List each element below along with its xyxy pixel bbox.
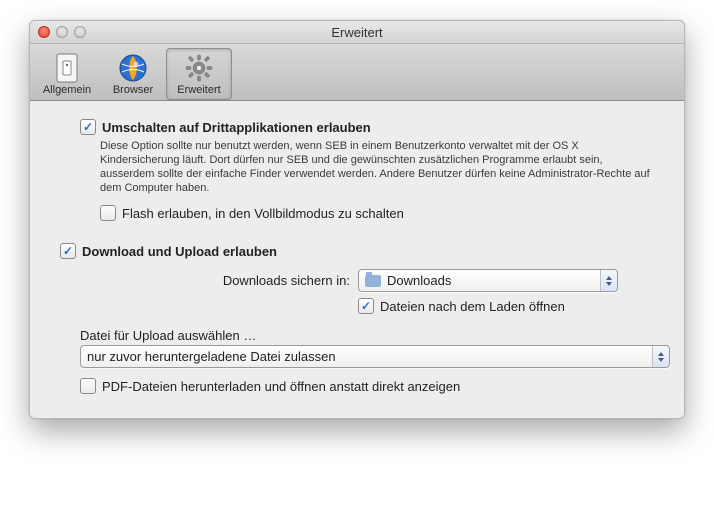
open-after-download-checkbox-row[interactable]: Dateien nach dem Laden öffnen: [358, 298, 565, 314]
titlebar: Erweitert: [30, 21, 684, 44]
downloads-save-label: Downloads sichern in:: [60, 273, 358, 288]
chevron-updown-icon: [652, 346, 669, 367]
preferences-toolbar: Allgemein Browser: [30, 44, 684, 101]
pdf-download-label: PDF-Dateien herunterladen und öffnen ans…: [102, 379, 460, 394]
toolbar-tab-browser[interactable]: Browser: [100, 48, 166, 100]
downloads-folder-select[interactable]: Downloads: [358, 269, 618, 292]
minimize-window-button[interactable]: [56, 26, 68, 38]
switch-thirdparty-checkbox-row[interactable]: Umschalten auf Drittapplikationen erlaub…: [80, 119, 654, 135]
flash-fullscreen-checkbox[interactable]: [100, 205, 116, 221]
download-upload-checkbox-row[interactable]: Download und Upload erlauben: [60, 243, 654, 259]
upload-policy-select[interactable]: nur zuvor heruntergeladene Datei zulasse…: [80, 345, 670, 368]
zoom-window-button[interactable]: [74, 26, 86, 38]
chevron-updown-icon: [600, 270, 617, 291]
preferences-window: Erweitert Allgemein: [29, 20, 685, 419]
pdf-download-checkbox-row[interactable]: PDF-Dateien herunterladen und öffnen ans…: [80, 378, 654, 394]
switch-thirdparty-label: Umschalten auf Drittapplikationen erlaub…: [102, 120, 371, 135]
gear-icon: [183, 52, 215, 84]
general-icon: [51, 52, 83, 84]
toolbar-tab-label: Allgemein: [43, 84, 91, 96]
download-upload-checkbox[interactable]: [60, 243, 76, 259]
download-upload-label: Download und Upload erlauben: [82, 244, 277, 259]
switch-thirdparty-checkbox[interactable]: [80, 119, 96, 135]
switch-thirdparty-description: Diese Option sollte nur benutzt werden, …: [100, 139, 654, 195]
toolbar-tab-allgemein[interactable]: Allgemein: [34, 48, 100, 100]
open-after-download-label: Dateien nach dem Laden öffnen: [380, 299, 565, 314]
toolbar-tab-label: Browser: [113, 84, 153, 96]
browser-icon: [117, 52, 149, 84]
downloads-folder-value: Downloads: [387, 273, 451, 288]
folder-icon: [365, 275, 381, 287]
pdf-download-checkbox[interactable]: [80, 378, 96, 394]
flash-fullscreen-checkbox-row[interactable]: Flash erlauben, in den Vollbildmodus zu …: [100, 205, 654, 221]
content-pane: Umschalten auf Drittapplikationen erlaub…: [30, 101, 684, 418]
traffic-lights: [38, 26, 86, 38]
close-window-button[interactable]: [38, 26, 50, 38]
toolbar-tab-label: Erweitert: [177, 84, 220, 96]
toolbar-tab-erweitert[interactable]: Erweitert: [166, 48, 232, 100]
window-title: Erweitert: [30, 25, 684, 40]
upload-policy-value: nur zuvor heruntergeladene Datei zulasse…: [87, 349, 336, 364]
flash-fullscreen-label: Flash erlauben, in den Vollbildmodus zu …: [122, 206, 404, 221]
upload-select-label: Datei für Upload auswählen …: [80, 328, 654, 343]
open-after-download-checkbox[interactable]: [358, 298, 374, 314]
